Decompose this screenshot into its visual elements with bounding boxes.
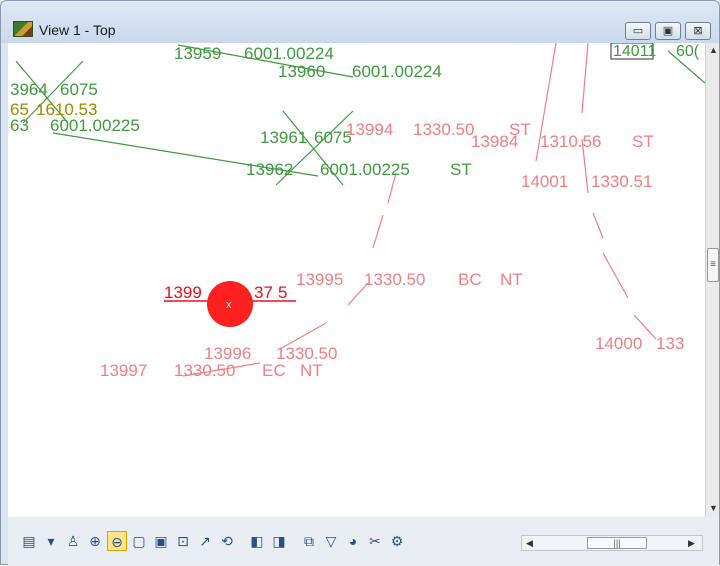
point-label: 13997 xyxy=(100,361,147,380)
app-icon xyxy=(13,21,33,37)
point-label: ST xyxy=(632,132,654,151)
point-label: 1330.50 xyxy=(174,361,235,380)
profile-line xyxy=(581,43,589,114)
point-label: 6001.00224 xyxy=(244,44,334,63)
filter-icon[interactable]: ▽ xyxy=(321,531,341,551)
selected-point-label: 5 xyxy=(278,283,287,302)
point-label: 14000 xyxy=(595,334,642,353)
settings-icon[interactable]: ⚙ xyxy=(387,531,407,551)
window-area-icon[interactable]: ▢ xyxy=(129,531,149,551)
previous-view-icon[interactable]: ◧ xyxy=(247,531,267,551)
update-view-icon[interactable]: ⟲ xyxy=(217,531,237,551)
paint-icon[interactable]: ♙ xyxy=(63,531,83,551)
dropdown-arrow-icon[interactable]: ▾ xyxy=(41,531,61,551)
fit-view-icon[interactable]: ▣ xyxy=(151,531,171,551)
profile-line xyxy=(372,214,384,249)
scroll-up-icon[interactable]: ▲ xyxy=(709,45,718,55)
pan-icon[interactable]: ↗ xyxy=(195,531,215,551)
point-label: 60( xyxy=(676,43,700,60)
point-label: 1310.56 xyxy=(540,132,601,151)
window-title: View 1 - Top xyxy=(39,22,116,38)
title-bar[interactable]: View 1 - Top ▭ ▣ ⊠ xyxy=(1,1,719,43)
point-label: 6001.00225 xyxy=(320,160,410,179)
point-label: BC xyxy=(458,270,482,289)
profile-line xyxy=(592,212,604,239)
view-window: View 1 - Top ▭ ▣ ⊠ 13959 6001.00224 1396… xyxy=(0,0,720,566)
zoom-out-icon[interactable]: ⊖ xyxy=(107,531,127,551)
maximize-button[interactable]: ▣ xyxy=(655,22,681,40)
next-view-icon[interactable]: ◨ xyxy=(269,531,289,551)
point-label: 14011 xyxy=(613,43,656,60)
point-label: ST xyxy=(450,160,472,179)
point-label: 3964 xyxy=(10,80,48,99)
point-label: 1330.50 xyxy=(364,270,425,289)
point-label: 13984 xyxy=(471,132,518,151)
drawing-canvas[interactable]: 13959 6001.00224 13960 6001.00224 14011 … xyxy=(8,43,705,517)
point-label: 1330.50 xyxy=(413,120,474,139)
view-menu-icon[interactable]: ▤ xyxy=(19,531,39,551)
point-label: NT xyxy=(300,361,323,380)
scroll-down-icon[interactable]: ▼ xyxy=(709,503,718,513)
point-label: 13995 xyxy=(296,270,343,289)
point-label: 14001 xyxy=(521,172,568,191)
scroll-left-icon[interactable]: ◀ xyxy=(526,538,533,549)
point-marker-icon: x xyxy=(226,299,232,311)
zoom-in-icon[interactable]: ⊕ xyxy=(85,531,105,551)
point-label: 1330.51 xyxy=(591,172,652,191)
point-label: 13960 xyxy=(278,62,325,81)
point-label: 133 xyxy=(656,334,684,353)
plan-view-svg: 13959 6001.00224 13960 6001.00224 14011 … xyxy=(10,43,705,380)
selected-point-label: 1399 xyxy=(164,283,202,302)
point-label: NT xyxy=(500,270,523,289)
horizontal-scrollbar[interactable]: ◀ ||| ▶ xyxy=(521,535,703,551)
vertical-scroll-thumb[interactable]: ≡ xyxy=(707,248,719,282)
vertical-scrollbar[interactable]: ▲ ≡ ▼ xyxy=(705,43,719,517)
rotate-view-icon[interactable]: ⊡ xyxy=(173,531,193,551)
point-label: 6075 xyxy=(60,80,98,99)
point-label: 6001.00225 xyxy=(50,116,140,135)
point-label: EC xyxy=(262,361,286,380)
point-label: 13962 xyxy=(246,160,293,179)
copy-view-icon[interactable]: ⧉ xyxy=(299,531,319,551)
profile-line xyxy=(602,252,629,299)
point-label: 6001.00224 xyxy=(352,62,442,81)
close-button[interactable]: ⊠ xyxy=(685,22,711,40)
point-label: 13959 xyxy=(174,44,221,63)
selected-point-label: 37 xyxy=(254,283,273,302)
minimize-button[interactable]: ▭ xyxy=(625,22,651,40)
point-label: 63 xyxy=(10,116,29,135)
point-label: 13994 xyxy=(346,120,393,139)
horizontal-scroll-thumb[interactable]: ||| xyxy=(587,537,647,549)
point-label: 13961 xyxy=(260,128,307,147)
color-icon[interactable]: ◕ xyxy=(343,531,363,551)
scroll-right-icon[interactable]: ▶ xyxy=(688,538,695,549)
tools-icon[interactable]: ✂ xyxy=(365,531,385,551)
